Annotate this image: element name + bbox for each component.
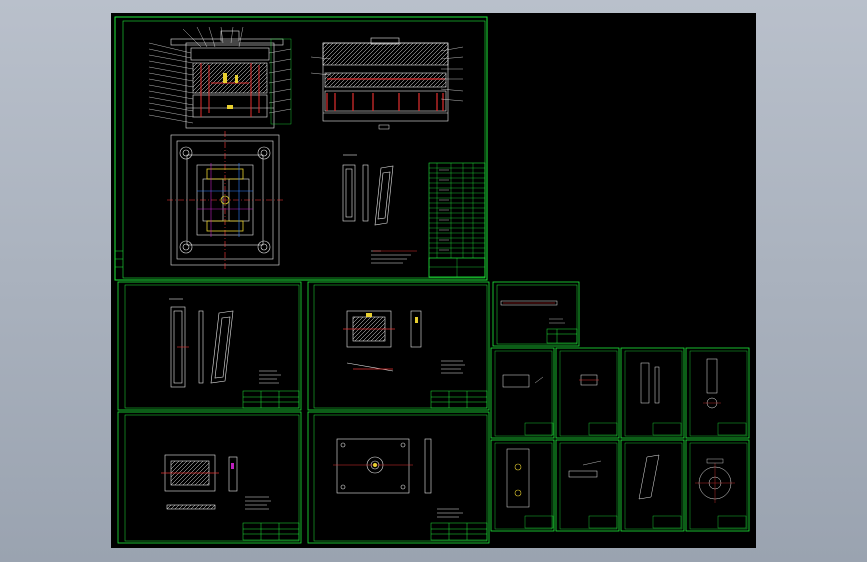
assembly-notes-text [371, 250, 411, 264]
small-sheet-6[interactable] [555, 439, 620, 532]
balloon-leaders-left [148, 42, 194, 124]
cad-drawing-canvas[interactable] [111, 13, 756, 548]
part-sheet-5[interactable] [307, 411, 490, 544]
cad-model-viewport[interactable] [111, 13, 756, 548]
small-sheet-3[interactable] [620, 347, 685, 439]
part-sheet-1[interactable] [117, 281, 302, 411]
balloon-leaders-right [268, 48, 292, 114]
plan-view-center-lines [167, 131, 283, 269]
part-sheet-2[interactable] [307, 281, 490, 411]
assembly-product-views [342, 154, 394, 226]
part-sheet-3[interactable] [492, 281, 580, 347]
small-sheet-7[interactable] [620, 439, 685, 532]
binding-strip [115, 250, 123, 268]
bill-of-materials-table[interactable] [428, 162, 486, 278]
small-sheet-4[interactable] [685, 347, 750, 439]
side-view-label-box [378, 124, 390, 130]
small-sheet-8[interactable] [685, 439, 750, 532]
balloon-leaders-top [182, 26, 244, 48]
small-sheet-5[interactable] [490, 439, 555, 532]
part-sheet-4[interactable] [117, 411, 302, 544]
small-sheet-2[interactable] [555, 347, 620, 439]
small-sheet-1[interactable] [490, 347, 555, 439]
assembly-drawing[interactable] [114, 16, 488, 281]
